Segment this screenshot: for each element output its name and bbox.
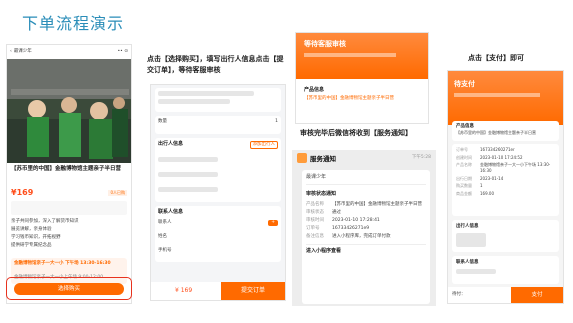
row-value: 通过: [332, 210, 341, 215]
row-value: 167334260271er: [480, 147, 515, 152]
product-name: 【苏币里的中国】金融博物馆主题亲子半日营: [304, 96, 394, 101]
row-key: 审核时间: [306, 218, 324, 223]
review-status-title: 等待客服审核: [304, 40, 346, 48]
more-icon[interactable]: •• ⊙: [117, 49, 128, 55]
contact-info-card: 联系人信息: [452, 256, 559, 284]
product-title: 【苏币里的中国】金融博物馆主题亲子半日营: [11, 166, 122, 172]
row-value: 【苏币里的中国】金融博物馆主题亲子半日营: [332, 202, 422, 207]
phone-product-page: ‹ 最课少年 •• ⊙ 【苏币里的中国】金融博物馆主题亲子半日营 ¥169 0人…: [6, 44, 132, 304]
notification-card-title: 审核状态通知: [306, 191, 337, 197]
order-total: ¥ 169: [175, 287, 193, 294]
traveler-card: 出行人信息 添加出行人: [155, 138, 281, 202]
contact-info-label: 联系人信息: [456, 260, 479, 265]
caption-step2: 审核完毕后微信将收到【服务通知】: [300, 129, 412, 137]
pay-banner: 待支付: [448, 71, 563, 125]
caption-step1: 点击【选择购买】，填写出行人信息点击【提交订单】，等待客服审核: [147, 55, 284, 74]
feature-list: 亲子共同参加，深入了解货币知识 展览讲解，亲身体验 学习钱币知识，开拓视野 提供…: [7, 219, 131, 249]
caption-step3: 点击【支付】即可: [468, 54, 524, 62]
quantity-value[interactable]: 1: [275, 119, 278, 125]
product-info-label: 产品信息: [304, 87, 325, 93]
phone-order-form: 数量 1 出行人信息 添加出行人 联系人信息 联系人 + 姓名 手机号 ¥ 16…: [150, 84, 286, 301]
row-value: 16733426271e9: [332, 226, 370, 231]
row-key: 订单号: [306, 226, 320, 231]
pay-button[interactable]: 支付: [511, 287, 563, 303]
product-info-label: 产品信息: [456, 124, 474, 129]
row-value: 金融博物馆亲子一大一小下午场 13:30-16:30: [480, 162, 551, 173]
feature-item: 学习钱币知识，开拓视野: [11, 235, 61, 240]
product-price: ¥169: [11, 188, 34, 197]
phone-field-label: 手机号: [158, 248, 172, 253]
feature-item: 提供研学专属纪念品: [11, 243, 52, 248]
product-name: 【苏币里的中国】金融博物馆主题亲子半日营: [456, 130, 536, 135]
submit-order-button[interactable]: 提交订单: [221, 282, 285, 300]
pay-bar: 待付： 支付: [448, 287, 563, 303]
row-value: 进入小程序库，完成订单付款: [332, 234, 391, 239]
add-contact-button[interactable]: +: [268, 220, 278, 226]
row-value: 2023-01-10 17:28:41: [332, 218, 380, 223]
open-miniprogram-link[interactable]: 进入小程序查看: [306, 244, 426, 255]
contact-label: 联系人: [158, 220, 172, 225]
pay-status: 待支付: [454, 80, 475, 88]
product-info-card: [155, 88, 281, 112]
submit-bar: ¥ 169 提交订单: [151, 282, 285, 300]
row-value: 2023-01-14: [480, 175, 504, 181]
name-field-label: 姓名: [158, 234, 167, 239]
row-value: 1: [480, 183, 483, 188]
row-key: 商品金额: [456, 190, 472, 196]
page-title: 下单流程演示: [22, 14, 125, 33]
notification-card[interactable]: 最课少年 审核状态通知 产品名称 【苏币里的中国】金融博物馆主题亲子半日营 审核…: [302, 170, 430, 304]
shop-name: 最课少年: [13, 49, 32, 54]
row-value: 169.00: [480, 190, 494, 196]
contact-title: 联系人信息: [158, 209, 184, 215]
row-key: 购买数量: [456, 183, 472, 188]
row-key: 出行日期: [456, 175, 472, 181]
select-buy-button[interactable]: 选择购买: [14, 283, 124, 295]
quantity-label: 数量: [158, 119, 167, 124]
session-option-title: 金融博物馆亲子一大一小 下午场 13:30-16:30: [14, 261, 111, 266]
product-photo: [7, 59, 131, 163]
row-key: 备注信息: [306, 234, 324, 239]
traveler-title: 出行人信息: [158, 141, 184, 147]
traveler-info-card: 出行人信息: [452, 220, 559, 252]
feature-item: 亲子共同参加，深入了解货币知识: [11, 219, 79, 224]
row-key: 产品名称: [306, 202, 324, 207]
row-key: 创建时间: [456, 154, 472, 160]
traveler-info-label: 出行人信息: [456, 224, 479, 229]
quantity-card: 数量 1: [155, 116, 281, 134]
notification-bell-icon: [297, 153, 307, 163]
contact-card: 联系人信息 联系人 + 姓名 手机号: [155, 206, 281, 262]
shop-name: 最课少年: [306, 174, 426, 185]
back-icon[interactable]: ‹: [10, 49, 12, 55]
notification-time: 下午5:28: [411, 155, 431, 160]
order-details-card: 订单号 167334260271er 创建时间 2023-01-10 17:24…: [452, 144, 559, 216]
row-value: 2023-01-10 17:24:52: [480, 154, 523, 160]
pay-amount-label: 待付：: [452, 292, 466, 297]
row-key: 订单号: [456, 147, 468, 152]
wechat-service-notification: 服务通知 下午5:28 最课少年 审核状态通知 产品名称 【苏币里的中国】金融博…: [292, 150, 436, 306]
product-info-card: 产品信息 【苏币里的中国】金融博物馆主题亲子半日营: [452, 121, 559, 141]
review-banner: 等待客服审核: [296, 33, 428, 79]
phone-review-status: 等待客服审核 产品信息 【苏币里的中国】金融博物馆主题亲子半日营: [295, 32, 429, 124]
price-note: [11, 201, 127, 215]
service-title: 服务通知: [310, 155, 336, 163]
row-key: 审核状态: [306, 210, 324, 215]
add-traveler-button[interactable]: 添加出行人: [249, 141, 278, 149]
feature-item: 展览讲解，亲身体验: [11, 227, 52, 232]
phone-payment: 待支付 产品信息 【苏币里的中国】金融博物馆主题亲子半日营 订单号 167334…: [447, 70, 564, 304]
row-key: 产品名称: [456, 162, 472, 167]
top-nav: ‹ 最课少年 •• ⊙: [7, 47, 131, 57]
sold-count: 0人已购: [108, 189, 127, 196]
